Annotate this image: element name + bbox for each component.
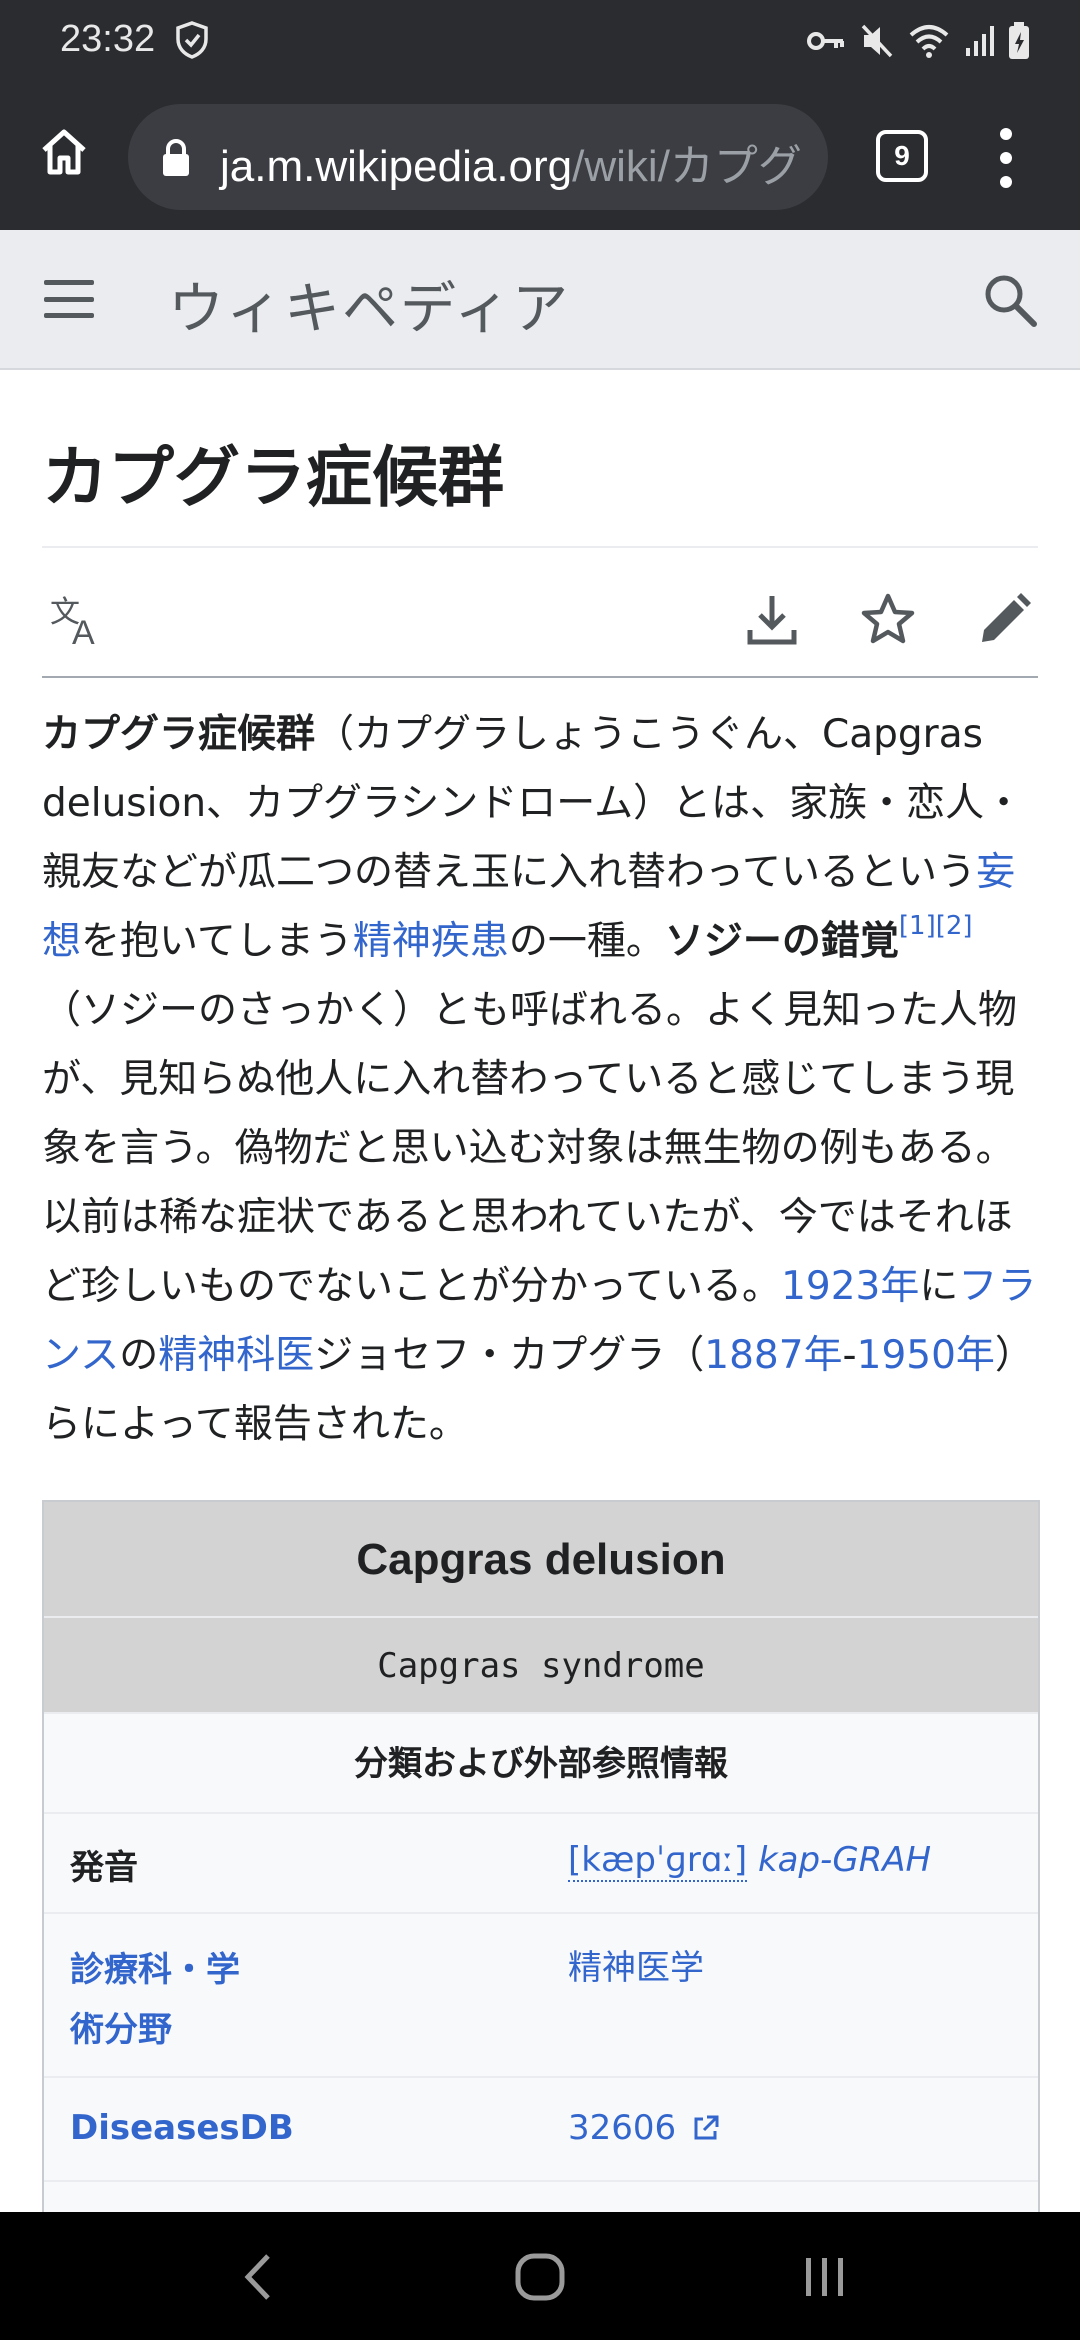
title-divider bbox=[42, 546, 1038, 548]
ipa-link[interactable]: [kæpˈɡrɑː] bbox=[568, 1840, 748, 1882]
status-time: 23:32 bbox=[60, 18, 156, 60]
page-title: カプグラ症候群 bbox=[42, 438, 504, 516]
body-text: に bbox=[919, 1264, 959, 1309]
body-text: の一種。 bbox=[508, 919, 665, 964]
bold-term: ソジーの錯覚 bbox=[664, 919, 899, 964]
browser-toolbar: ja.m.wikipedia.org/wiki/カプグ 9 bbox=[0, 84, 1080, 230]
body-text: （ソジーのさっかく）とも呼ばれる。よく見知った人物が、見知らぬ他人に入れ替わって… bbox=[42, 988, 1018, 1309]
tab-switcher-button[interactable]: 9 bbox=[876, 130, 928, 182]
overflow-menu-button[interactable] bbox=[986, 128, 1026, 188]
battery-icon bbox=[1008, 22, 1030, 64]
pronunciation-respelling: kap-GRAH bbox=[757, 1840, 932, 1880]
home-button[interactable] bbox=[32, 120, 96, 184]
system-nav-bar bbox=[0, 2212, 1080, 2340]
infobox-value-link[interactable]: 32606 bbox=[568, 2108, 721, 2148]
infobox-label-link[interactable]: DiseasesDB bbox=[70, 2108, 294, 2148]
vpn-key-icon bbox=[806, 26, 846, 60]
inline-link[interactable]: 1950年 bbox=[857, 1333, 995, 1378]
infobox-label: 発音 bbox=[70, 1848, 138, 1888]
watch-star-icon[interactable] bbox=[858, 590, 918, 650]
language-icon[interactable]: 文A bbox=[48, 590, 108, 654]
back-icon[interactable] bbox=[238, 2252, 282, 2306]
inline-link[interactable]: 1923年 bbox=[781, 1264, 919, 1309]
download-icon[interactable] bbox=[742, 590, 802, 650]
home-icon bbox=[42, 129, 86, 175]
status-bar: 23:32 bbox=[0, 0, 1080, 84]
infobox-value: [kæpˈɡrɑː] kap-GRAH bbox=[568, 1840, 932, 1882]
wiki-logo[interactable]: ウィキペディア bbox=[168, 264, 570, 345]
intro-paragraph: カプグラ症候群（カプグラしょうこうぐん、Capgras delusion、カプグ… bbox=[42, 700, 1042, 1459]
svg-text:A: A bbox=[72, 614, 95, 650]
search-icon bbox=[985, 275, 1037, 327]
infobox: Capgras delusion Capgras syndrome 分類および外… bbox=[42, 1500, 1040, 2220]
actions-divider bbox=[42, 676, 1038, 678]
citation-link[interactable]: [2] bbox=[936, 911, 973, 941]
main-menu-button[interactable] bbox=[44, 274, 94, 324]
external-link-text[interactable]: 32606 bbox=[568, 2108, 676, 2148]
inline-link[interactable]: 精神科医 bbox=[158, 1333, 314, 1378]
infobox-value-link[interactable]: 精神医学 bbox=[568, 1940, 704, 1989]
body-text: - bbox=[842, 1333, 857, 1378]
lock-icon bbox=[160, 138, 192, 182]
infobox-title: Capgras delusion bbox=[44, 1502, 1038, 1618]
page-actions: 文A bbox=[42, 580, 1038, 670]
shield-icon bbox=[174, 20, 210, 64]
url-domain: ja.m.wikipedia.org bbox=[220, 142, 573, 191]
infobox-row-diseasesdb: DiseasesDB 32606 bbox=[44, 2078, 1038, 2182]
body-text: ジョセフ・カプグラ（ bbox=[314, 1333, 705, 1378]
url-path: /wiki/カプグ bbox=[572, 142, 802, 191]
recents-icon[interactable] bbox=[800, 2252, 850, 2306]
infobox-row-pronunciation: 発音 [kæpˈɡrɑː] kap-GRAH bbox=[44, 1814, 1038, 1914]
body-text: を抱いてしまう bbox=[81, 919, 353, 964]
inline-link[interactable]: 1887年 bbox=[704, 1333, 842, 1378]
status-icons bbox=[806, 22, 1030, 64]
wifi-icon bbox=[908, 23, 950, 63]
citation-link[interactable]: [1] bbox=[899, 911, 936, 941]
mute-icon bbox=[860, 23, 894, 63]
edit-pencil-icon[interactable] bbox=[974, 590, 1034, 650]
wiki-header: ウィキペディア bbox=[0, 230, 1080, 370]
body-text: の bbox=[119, 1333, 159, 1378]
home-nav-icon[interactable] bbox=[514, 2252, 566, 2306]
external-link-icon bbox=[694, 2115, 719, 2140]
infobox-section-header: 分類および外部参照情報 bbox=[44, 1714, 1038, 1814]
url-bar[interactable]: ja.m.wikipedia.org/wiki/カプグ bbox=[128, 104, 828, 210]
infobox-subtitle: Capgras syndrome bbox=[44, 1618, 1038, 1714]
infobox-label-link[interactable]: 診療科・学術分野 bbox=[70, 1940, 270, 2060]
inline-link[interactable]: 精神疾患 bbox=[353, 919, 509, 964]
signal-icon bbox=[964, 24, 994, 62]
bold-term: カプグラ症候群 bbox=[42, 712, 316, 757]
search-button[interactable] bbox=[980, 270, 1040, 330]
url-text: ja.m.wikipedia.org/wiki/カプグ bbox=[220, 130, 802, 194]
infobox-row-specialty: 診療科・学術分野 精神医学 bbox=[44, 1914, 1038, 2078]
